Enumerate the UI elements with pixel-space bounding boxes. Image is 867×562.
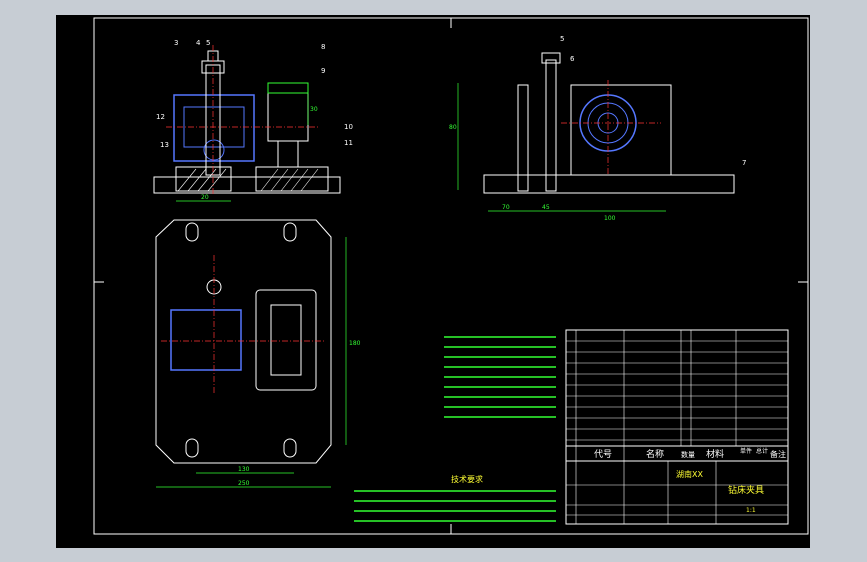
front-clamp: [267, 82, 309, 142]
plan-clamp-inner: [270, 304, 302, 376]
scale-value: 1:1: [746, 507, 756, 514]
dim-side-70: 70: [502, 204, 510, 211]
drawing-title: 钻床夹具: [728, 484, 764, 496]
cad-drawing: 代号 名称 数量 材料 单件 总计 备注 钻床夹具 湖南XX 1:1 技术要求 …: [93, 17, 809, 535]
front-base-hatch-right: [255, 166, 329, 192]
header-material: 材料: [706, 448, 724, 460]
balloon-side-6: 6: [570, 55, 575, 63]
balloon-4: 4: [196, 39, 201, 47]
dim-front-20: 20: [201, 194, 209, 201]
side-base: [483, 174, 735, 194]
balloon-3: 3: [174, 39, 178, 47]
dim-plan-130: 130: [238, 466, 250, 473]
plan-slot-tl: [185, 222, 199, 242]
front-view: [153, 45, 341, 202]
balloon-side-7: 7: [742, 159, 746, 167]
header-qty: 数量: [681, 450, 695, 459]
balloon-12: 12: [156, 113, 165, 121]
balloon-11: 11: [344, 139, 353, 147]
front-clamp-post: [277, 140, 299, 168]
header-remark: 备注: [770, 449, 786, 459]
school-name: 湖南XX: [676, 469, 703, 479]
dim-plan-250: 250: [238, 480, 250, 487]
header-unit-weight: 单件: [740, 447, 752, 455]
plan-view: [155, 219, 347, 488]
front-workpiece: [173, 94, 255, 162]
dim-plan-180: 180: [349, 340, 361, 347]
parts-list: [565, 329, 789, 447]
side-view: [457, 52, 735, 212]
balloon-side-5: 5: [560, 35, 564, 43]
header-code: 代号: [594, 449, 612, 460]
balloon-9: 9: [321, 67, 325, 75]
balloon-5: 5: [206, 39, 210, 47]
side-nut-top: [541, 52, 561, 64]
plan-base-plate: [155, 219, 332, 464]
front-workpiece-hole: [203, 139, 225, 161]
balloon-13: 13: [160, 141, 169, 149]
dim-side-100: 100: [604, 215, 616, 222]
plan-slot-tr: [283, 222, 297, 242]
notes-heading: 技术要求: [451, 474, 483, 484]
balloon-10: 10: [344, 123, 353, 131]
dim-side-45: 45: [542, 204, 550, 211]
front-clamp-green: [267, 82, 309, 94]
drawing-sheet: 代号 名称 数量 材料 单件 总计 备注 钻床夹具 湖南XX 1:1 技术要求 …: [56, 15, 810, 548]
side-post-right: [545, 59, 557, 192]
tech-notes-lines: [354, 490, 556, 522]
plan-workpiece: [170, 309, 242, 371]
plan-slot-bl: [185, 438, 199, 458]
header-name: 名称: [646, 448, 664, 460]
front-base-hatch-left: [175, 166, 232, 192]
balloon-8: 8: [321, 43, 325, 51]
dim-front-30: 30: [310, 106, 318, 113]
dim-side-80: 80: [449, 124, 457, 131]
notes-top-lines: [444, 336, 556, 418]
title-block: [354, 329, 789, 525]
header-total-weight: 总计: [756, 447, 768, 455]
plan-slot-br: [283, 438, 297, 458]
